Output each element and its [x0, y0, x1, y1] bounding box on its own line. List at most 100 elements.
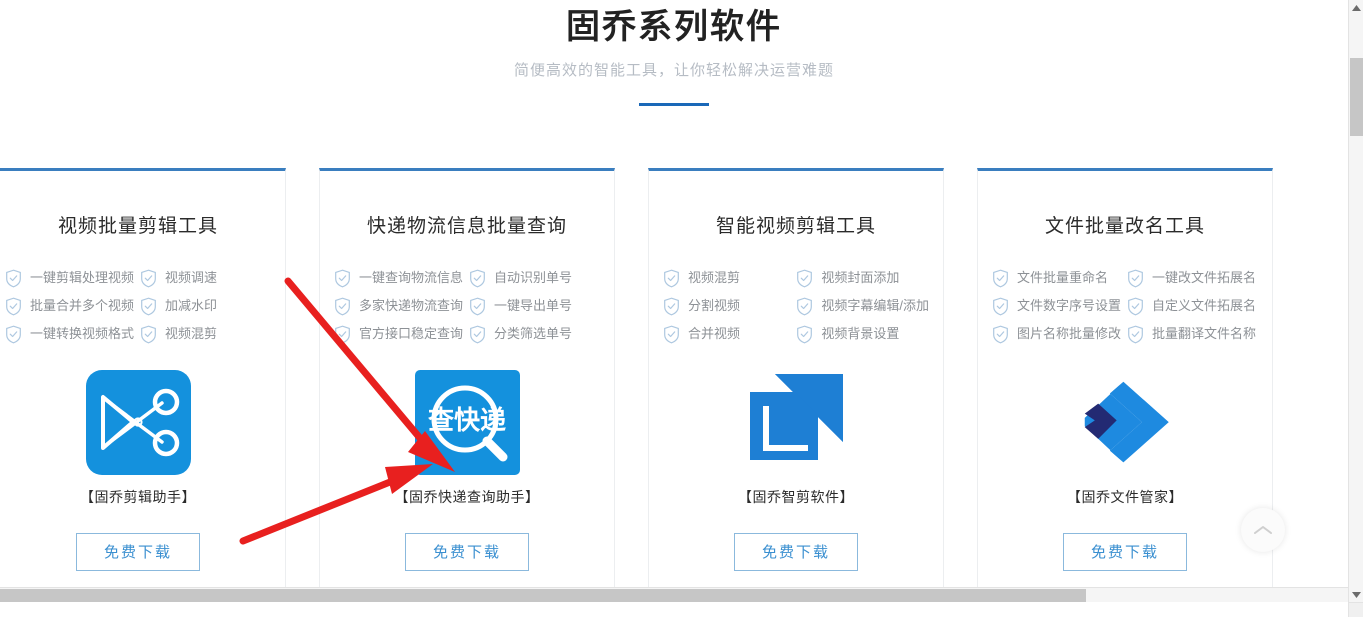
card-title: 文件批量改名工具	[1044, 216, 1205, 237]
free-download-button[interactable]: 免费下载	[734, 533, 858, 571]
feature-label: 自定义文件拓展名	[1152, 298, 1257, 313]
product-icon-wrap	[649, 370, 943, 475]
page-subtitle: 简便高效的智能工具，让你轻松解决运营难题	[513, 62, 834, 79]
scroll-up-arrow-button[interactable]	[1349, 0, 1363, 15]
free-download-button[interactable]: 免费下载	[405, 533, 529, 571]
feature-label: 合并视频	[688, 326, 741, 341]
shield-check-icon	[6, 269, 21, 287]
feature-item: 文件数字序号设置	[992, 296, 1123, 316]
feature-item: 一键导出单号	[469, 296, 600, 316]
feature-item: 文件批量重命名	[992, 268, 1123, 288]
feature-label: 视频封面添加	[821, 270, 900, 285]
card-title: 快递物流信息批量查询	[366, 216, 567, 237]
page-viewport: 固乔系列软件 简便高效的智能工具，让你轻松解决运营难题 视频批量剪辑工具 一键剪…	[0, 0, 1348, 602]
feature-item: 合并视频	[663, 324, 792, 344]
feature-item: 视频调速	[140, 268, 271, 288]
product-name: 【固乔剪辑助手】	[80, 489, 196, 505]
feature-item: 视频混剪	[140, 324, 271, 344]
card-title: 视频批量剪辑工具	[57, 216, 218, 237]
product-card-express-query[interactable]: 快递物流信息批量查询 一键查询物流信息 自动识别单号 多家快递物流查询 一键导出…	[319, 168, 615, 602]
feature-item: 视频背景设置	[796, 324, 929, 344]
feature-item: 分割视频	[663, 296, 792, 316]
feature-item: 自定义文件拓展名	[1127, 296, 1258, 316]
feature-item: 图片名称批量修改	[992, 324, 1123, 344]
feature-item: 一键转换视频格式	[5, 324, 136, 344]
shield-check-icon	[993, 269, 1008, 287]
feature-item: 一键剪辑处理视频	[5, 268, 136, 288]
feature-label: 官方接口稳定查询	[359, 326, 464, 341]
free-download-button[interactable]: 免费下载	[1063, 533, 1187, 571]
shield-check-icon	[335, 325, 350, 343]
feature-label: 分类筛选单号	[494, 326, 573, 341]
product-card-list: 视频批量剪辑工具 一键剪辑处理视频 视频调速 批量合并多个视频 加减水印 一键转…	[0, 168, 1273, 602]
feature-label: 分割视频	[688, 298, 741, 313]
download-button-wrap: 免费下载	[978, 533, 1272, 571]
shield-check-icon	[470, 297, 485, 315]
feature-label: 视频混剪	[165, 326, 218, 341]
vertical-scrollbar[interactable]	[1348, 0, 1363, 602]
triangle-up-icon	[1351, 4, 1361, 11]
horizontal-scrollbar-thumb[interactable]	[0, 589, 1086, 602]
shield-check-icon	[1128, 269, 1143, 287]
feature-label: 一键剪辑处理视频	[30, 270, 135, 285]
feature-label: 加减水印	[165, 298, 218, 313]
scissors-app-icon	[85, 370, 191, 475]
shield-check-icon	[1128, 325, 1143, 343]
chevron-up-icon	[1254, 526, 1272, 534]
feature-label: 批量合并多个视频	[30, 298, 135, 313]
feature-list: 一键查询物流信息 自动识别单号 多家快递物流查询 一键导出单号 官方接口稳定查询	[320, 268, 614, 344]
feature-label: 文件数字序号设置	[1017, 298, 1122, 313]
shield-check-icon	[141, 297, 156, 315]
product-card-video-batch-edit[interactable]: 视频批量剪辑工具 一键剪辑处理视频 视频调速 批量合并多个视频 加减水印 一键转…	[0, 168, 286, 602]
product-name: 【固乔智剪软件】	[738, 489, 854, 505]
back-to-top-button[interactable]	[1241, 508, 1285, 552]
scroll-down-arrow-button[interactable]	[1349, 587, 1363, 602]
card-title: 智能视频剪辑工具	[715, 216, 876, 237]
shield-check-icon	[664, 297, 679, 315]
feature-item: 自动识别单号	[469, 268, 600, 288]
title-divider	[639, 103, 709, 106]
vertical-scrollbar-thumb[interactable]	[1350, 58, 1363, 136]
feature-item: 一键查询物流信息	[334, 268, 465, 288]
feature-item: 视频字幕编辑/添加	[796, 296, 929, 316]
feature-label: 文件批量重命名	[1017, 270, 1109, 285]
feature-label: 视频调速	[165, 270, 218, 285]
feature-item: 视频混剪	[663, 268, 792, 288]
triangle-down-icon	[1352, 591, 1361, 598]
horizontal-scrollbar[interactable]	[0, 587, 1348, 602]
shield-check-icon	[664, 269, 679, 287]
shield-check-icon	[470, 325, 485, 343]
file-manager-app-icon	[1084, 381, 1169, 463]
shield-check-icon	[993, 297, 1008, 315]
product-name: 【固乔快递查询助手】	[394, 489, 540, 505]
product-icon-wrap: 查快递	[320, 370, 614, 475]
shield-check-icon	[141, 269, 156, 287]
express-query-app-icon: 查快递	[414, 370, 520, 475]
feature-label: 视频字幕编辑/添加	[821, 298, 929, 313]
feature-item: 一键改文件拓展名	[1127, 268, 1258, 288]
download-button-wrap: 免费下载	[320, 533, 614, 571]
shield-check-icon	[6, 297, 21, 315]
free-download-button[interactable]: 免费下载	[76, 533, 200, 571]
app-icon-text: 查快递	[427, 405, 505, 435]
product-icon-wrap	[978, 370, 1272, 475]
product-card-file-rename[interactable]: 文件批量改名工具 文件批量重命名 一键改文件拓展名 文件数字序号设置 自定义文件…	[977, 168, 1273, 602]
feature-item: 批量翻译文件名称	[1127, 324, 1258, 344]
shield-check-icon	[335, 297, 350, 315]
feature-item: 多家快递物流查询	[334, 296, 465, 316]
shield-check-icon	[1128, 297, 1143, 315]
product-card-smart-clip[interactable]: 智能视频剪辑工具 视频混剪 视频封面添加 分割视频 视频字幕编辑/添加 合并视频…	[648, 168, 944, 602]
feature-item: 批量合并多个视频	[5, 296, 136, 316]
shield-check-icon	[797, 269, 813, 287]
shield-check-icon	[664, 325, 679, 343]
scrollbar-corner	[1348, 602, 1363, 617]
feature-label: 视频混剪	[688, 270, 741, 285]
shield-check-icon	[141, 325, 156, 343]
feature-label: 多家快递物流查询	[359, 298, 464, 313]
product-name: 【固乔文件管家】	[1067, 489, 1183, 505]
feature-label: 图片名称批量修改	[1017, 326, 1122, 341]
product-icon-wrap	[0, 370, 285, 475]
shield-check-icon	[470, 269, 485, 287]
shield-check-icon	[797, 325, 813, 343]
feature-label: 自动识别单号	[494, 270, 573, 285]
